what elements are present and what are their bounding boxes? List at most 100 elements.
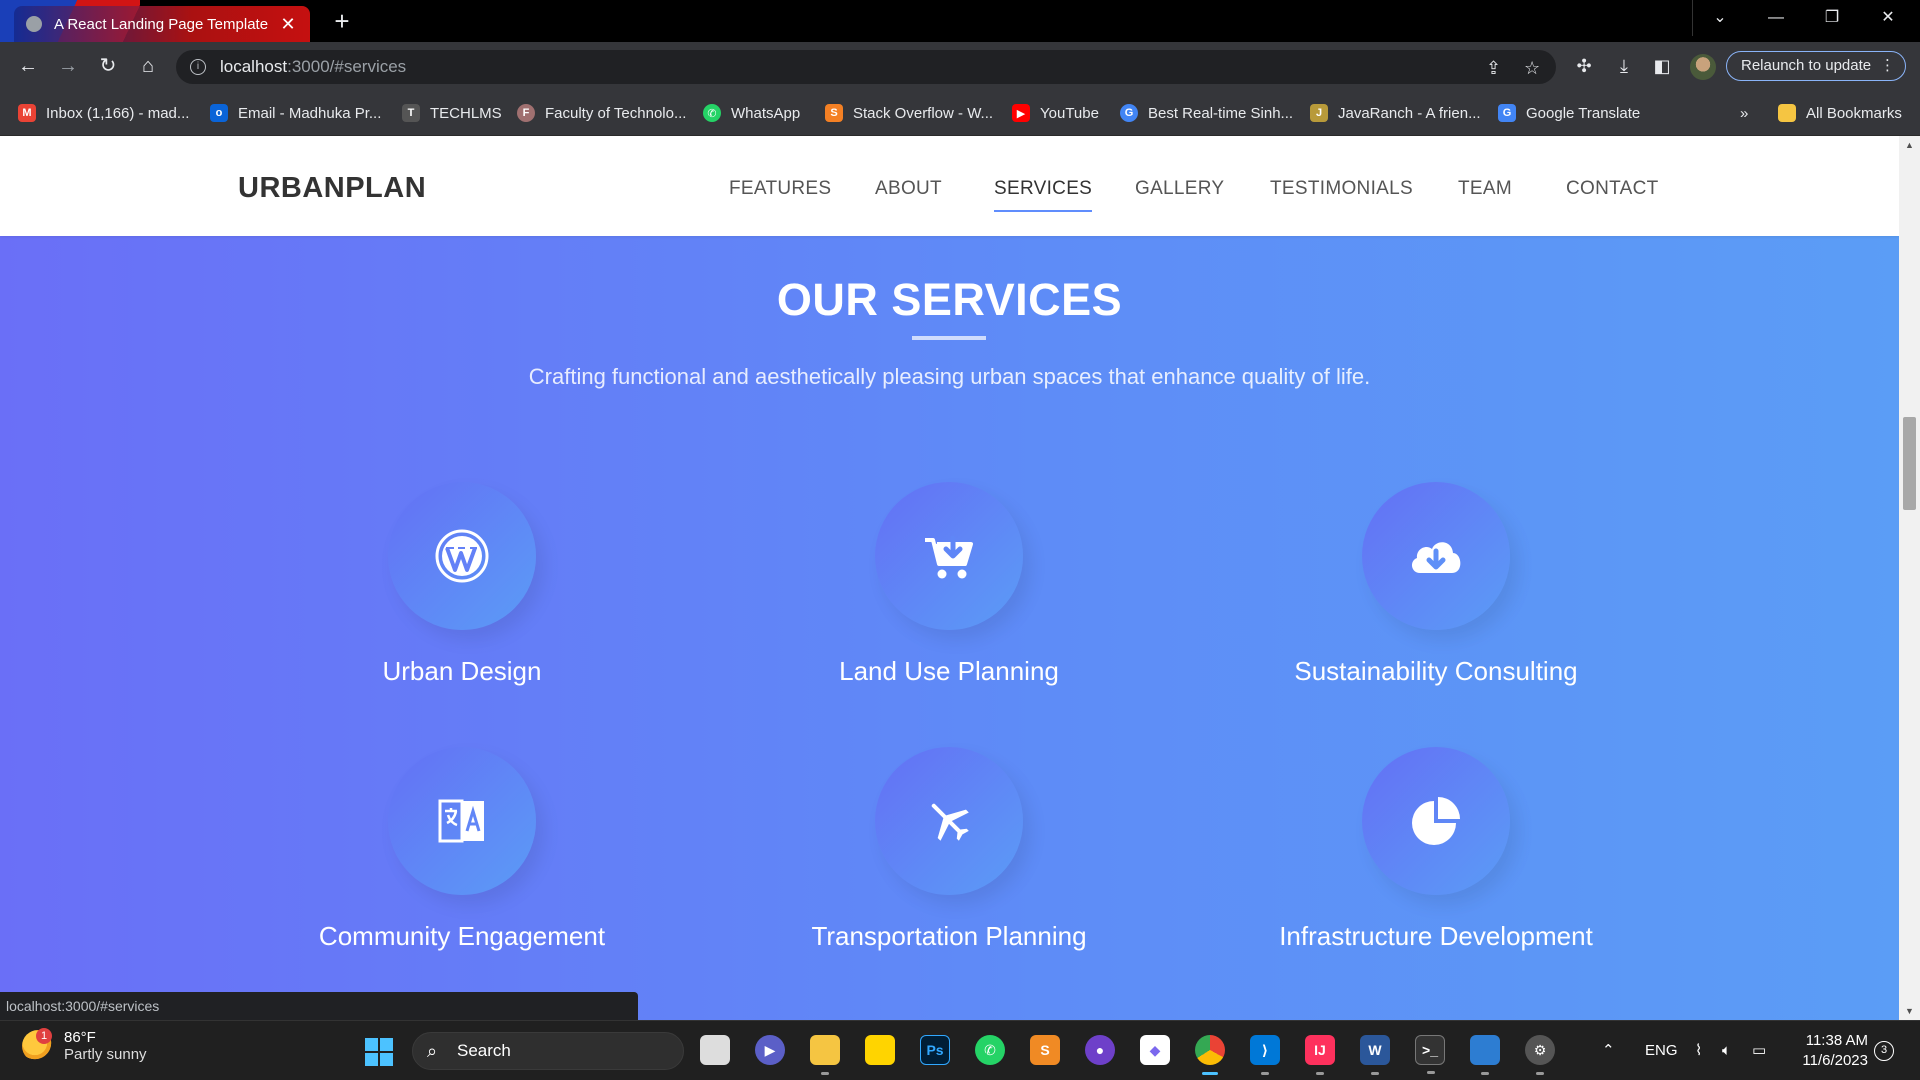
back-arrow-icon[interactable]: ← bbox=[12, 50, 44, 82]
nav-services[interactable]: SERVICES bbox=[994, 178, 1093, 212]
volume-icon[interactable]: 🔈︎ bbox=[1722, 1021, 1731, 1080]
bookmark-item[interactable]: F Faculty of Technolo... bbox=[517, 102, 686, 124]
nav-contact[interactable]: CONTACT bbox=[1566, 178, 1659, 200]
tab-search-chevron-icon[interactable]: ⌄ bbox=[1692, 0, 1748, 36]
photoshop-icon[interactable]: Ps bbox=[920, 1035, 950, 1065]
reload-icon[interactable]: ↻ bbox=[92, 50, 124, 82]
page-scrollbar[interactable]: ▲ ▼ bbox=[1899, 136, 1920, 1020]
youtube-icon: ▶ bbox=[1012, 104, 1030, 122]
bookmark-item[interactable]: ✆ WhatsApp bbox=[703, 102, 800, 124]
pie-chart-icon bbox=[1412, 797, 1460, 845]
tab-close-icon[interactable]: ✕ bbox=[278, 14, 298, 35]
service-item: Transportation Planning bbox=[729, 747, 1169, 952]
faculty-icon: F bbox=[517, 104, 535, 122]
address-bar[interactable]: i localhost:3000/#services ⇪ ☆ bbox=[176, 50, 1556, 84]
notification-badge[interactable]: 3 bbox=[1874, 1041, 1894, 1061]
profile-avatar[interactable] bbox=[1690, 54, 1716, 80]
language-indicator[interactable]: ENG bbox=[1645, 1021, 1678, 1080]
browser-tab[interactable]: A React Landing Page Template ✕ bbox=[14, 6, 310, 42]
bookmark-item[interactable]: S Stack Overflow - W... bbox=[825, 102, 993, 124]
nav-testimonials[interactable]: TESTIMONIALS bbox=[1270, 178, 1413, 200]
service-icon-circle bbox=[1362, 482, 1510, 630]
bookmark-item[interactable]: o Email - Madhuka Pr... bbox=[210, 102, 381, 124]
nav-team[interactable]: TEAM bbox=[1458, 178, 1512, 200]
bookmark-item[interactable]: G Best Real-time Sinh... bbox=[1120, 102, 1293, 124]
sticky-notes-icon[interactable] bbox=[865, 1035, 895, 1065]
forward-arrow-icon[interactable]: → bbox=[52, 50, 84, 82]
restore-button[interactable]: ❐ bbox=[1804, 0, 1860, 36]
service-item: Urban Design bbox=[242, 482, 682, 687]
nav-features[interactable]: FEATURES bbox=[729, 178, 831, 200]
site-logo[interactable]: URBANPLAN bbox=[238, 172, 426, 205]
page-viewport: URBANPLAN FEATURES ABOUT SERVICES GALLER… bbox=[0, 136, 1899, 1020]
bookmarks-overflow-icon[interactable]: » bbox=[1740, 102, 1748, 124]
minimize-button[interactable]: — bbox=[1748, 0, 1804, 36]
relaunch-button[interactable]: Relaunch to update ⋮ bbox=[1726, 51, 1906, 81]
translate-icon: G bbox=[1498, 104, 1516, 122]
nav-gallery[interactable]: GALLERY bbox=[1135, 178, 1224, 200]
new-tab-button[interactable]: + bbox=[326, 6, 358, 38]
teams-icon[interactable]: ▶ bbox=[755, 1035, 785, 1065]
nav-about[interactable]: ABOUT bbox=[875, 178, 942, 200]
service-icon-circle bbox=[388, 482, 536, 630]
plane-icon bbox=[931, 803, 969, 841]
system-clock[interactable]: 11:38 AM 11/6/2023 bbox=[1790, 1031, 1868, 1071]
service-item: Land Use Planning bbox=[729, 482, 1169, 687]
windows-start-icon[interactable] bbox=[365, 1038, 393, 1066]
vscode-icon[interactable]: ⟩ bbox=[1250, 1035, 1280, 1075]
sublime-icon[interactable]: S bbox=[1030, 1035, 1060, 1065]
close-window-button[interactable]: ✕ bbox=[1860, 0, 1916, 36]
address-url: localhost:3000/#services bbox=[220, 57, 407, 76]
bookmark-item[interactable]: J JavaRanch - A frien... bbox=[1310, 102, 1481, 124]
stackoverflow-icon: S bbox=[825, 104, 843, 122]
browser-tab-strip: A React Landing Page Template ✕ + ⌄ — ❐ … bbox=[0, 0, 1920, 136]
bookmark-item[interactable]: ▶ YouTube bbox=[1012, 102, 1099, 124]
scroll-up-icon[interactable]: ▲ bbox=[1899, 140, 1920, 150]
bookmark-item[interactable]: T TECHLMS bbox=[402, 102, 502, 124]
paint-icon[interactable] bbox=[1470, 1035, 1500, 1075]
terminal-icon[interactable]: >_ bbox=[1415, 1035, 1445, 1074]
search-icon: ⌕ bbox=[427, 1041, 438, 1061]
chrome-icon[interactable] bbox=[1195, 1035, 1225, 1075]
taskbar-search[interactable]: ⌕ Search bbox=[412, 1032, 684, 1070]
share-icon[interactable]: ⇪ bbox=[1486, 58, 1501, 79]
task-view-icon[interactable] bbox=[700, 1035, 730, 1065]
bookmark-item[interactable]: M Inbox (1,166) - mad... bbox=[18, 102, 189, 124]
service-name: Community Engagement bbox=[318, 921, 606, 951]
side-panel-icon[interactable]: ◧ bbox=[1650, 54, 1674, 78]
battery-icon[interactable]: ▭ bbox=[1752, 1021, 1766, 1080]
extensions-puzzle-icon[interactable]: ✣ bbox=[1572, 54, 1596, 78]
downloads-icon[interactable]: ⤓ bbox=[1612, 54, 1636, 78]
site-info-icon[interactable]: i bbox=[190, 59, 206, 75]
scroll-down-icon[interactable]: ▼ bbox=[1899, 1006, 1920, 1016]
menu-dots-icon[interactable]: ⋮ bbox=[1880, 52, 1895, 80]
service-name: Land Use Planning bbox=[839, 656, 1059, 686]
title-underline bbox=[912, 336, 986, 340]
wifi-icon[interactable]: ⌇ bbox=[1695, 1021, 1702, 1080]
section-subtitle: Crafting functional and aesthetically pl… bbox=[528, 364, 1371, 389]
gmail-icon: M bbox=[18, 104, 36, 122]
bookmark-star-icon[interactable]: ☆ bbox=[1524, 58, 1540, 79]
clickup-icon[interactable]: ◆ bbox=[1140, 1035, 1170, 1065]
file-explorer-icon[interactable] bbox=[810, 1035, 840, 1075]
weather-widget[interactable]: 1 86°F Partly sunny bbox=[22, 1028, 147, 1063]
section-title: OUR SERVICES bbox=[776, 274, 1123, 325]
bookmark-item[interactable]: G Google Translate bbox=[1498, 102, 1640, 124]
weather-sun-icon: 1 bbox=[22, 1028, 54, 1062]
home-icon[interactable]: ⌂ bbox=[132, 50, 164, 82]
word-icon[interactable]: W bbox=[1360, 1035, 1390, 1075]
all-bookmarks[interactable]: All Bookmarks bbox=[1778, 102, 1902, 124]
bookmarks-bar: M Inbox (1,166) - mad... o Email - Madhuka… bbox=[0, 90, 1920, 136]
tray-chevron-icon[interactable]: ⌃ bbox=[1602, 1021, 1615, 1080]
weather-desc: Partly sunny bbox=[64, 1046, 147, 1063]
service-item: Sustainability Consulting bbox=[1216, 482, 1656, 687]
weather-temp: 86°F bbox=[64, 1029, 96, 1046]
windows-taskbar: 1 86°F Partly sunny ⌕ Search ▶ Ps ✆ S ● ◆… bbox=[0, 1020, 1920, 1080]
outlook-icon: o bbox=[210, 104, 228, 122]
github-icon[interactable]: ● bbox=[1085, 1035, 1115, 1065]
scrollbar-thumb[interactable] bbox=[1903, 417, 1916, 510]
weather-badge: 1 bbox=[36, 1028, 52, 1044]
intellij-icon[interactable]: IJ bbox=[1305, 1035, 1335, 1075]
settings-gear-icon[interactable]: ⚙ bbox=[1525, 1035, 1555, 1075]
whatsapp-app-icon[interactable]: ✆ bbox=[975, 1035, 1005, 1065]
